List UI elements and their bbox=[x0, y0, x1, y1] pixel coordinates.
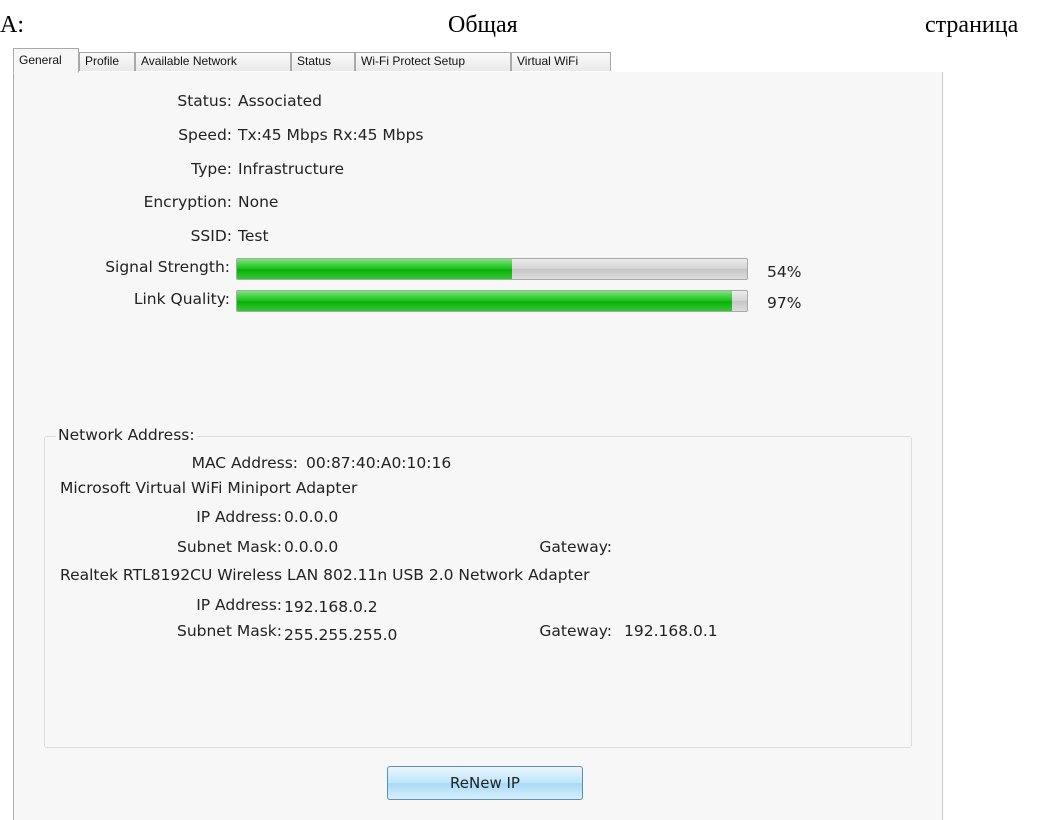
link-quality-percent: 97% bbox=[767, 294, 802, 312]
speed-label: Speed: bbox=[178, 126, 232, 144]
adapter1-ip-value: 0.0.0.0 bbox=[284, 508, 339, 526]
tab-profile[interactable]: Profile bbox=[79, 52, 135, 71]
ssid-value: Test bbox=[238, 227, 269, 245]
mac-address-label: MAC Address: bbox=[191, 454, 298, 472]
adapter1-name: Microsoft Virtual WiFi Miniport Adapter bbox=[60, 479, 358, 497]
adapter2-gateway-label: Gateway: bbox=[539, 622, 612, 640]
adapter2-gateway-value: 192.168.0.1 bbox=[624, 622, 718, 640]
utility-window: General Profile Available Network Status… bbox=[13, 48, 943, 820]
tab-wifi-protect-setup[interactable]: Wi-Fi Protect Setup bbox=[355, 52, 511, 71]
speed-value: Tx:45 Mbps Rx:45 Mbps bbox=[238, 126, 424, 144]
status-value: Associated bbox=[238, 92, 323, 110]
type-label: Type: bbox=[191, 160, 232, 178]
caption-right-word: страница bbox=[925, 12, 1019, 38]
mac-address-value: 00:87:40:A0:10:16 bbox=[306, 454, 452, 472]
type-value: Infrastructure bbox=[238, 160, 345, 178]
tab-available-network[interactable]: Available Network bbox=[135, 52, 291, 71]
renew-ip-button[interactable]: ReNew IP bbox=[387, 766, 583, 800]
adapter1-subnet-value: 0.0.0.0 bbox=[284, 538, 339, 556]
encryption-value: None bbox=[238, 193, 279, 211]
adapter2-ip-label: IP Address: bbox=[196, 596, 282, 614]
adapter1-gateway-label: Gateway: bbox=[539, 538, 612, 556]
general-panel: Status: Associated Speed: Tx:45 Mbps Rx:… bbox=[13, 72, 943, 820]
signal-strength-bar bbox=[236, 258, 748, 280]
adapter1-ip-label: IP Address: bbox=[196, 508, 282, 526]
signal-strength-fill bbox=[237, 259, 513, 279]
link-quality-bar bbox=[236, 290, 748, 312]
tab-bar: General Profile Available Network Status… bbox=[13, 48, 943, 73]
network-address-title: Network Address: bbox=[56, 426, 197, 444]
encryption-label: Encryption: bbox=[143, 193, 232, 211]
tab-general[interactable]: General bbox=[13, 48, 79, 73]
adapter1-subnet-label: Subnet Mask: bbox=[176, 538, 282, 556]
adapter2-subnet-value: 255.255.255.0 bbox=[284, 626, 398, 644]
caption-prefix: А: bbox=[0, 12, 24, 38]
ssid-label: SSID: bbox=[190, 227, 232, 245]
signal-strength-label: Signal Strength: bbox=[105, 258, 230, 276]
link-quality-label: Link Quality: bbox=[133, 290, 230, 308]
tab-virtual-wifi[interactable]: Virtual WiFi bbox=[511, 52, 611, 71]
caption-middle-word: Общая bbox=[448, 12, 518, 38]
status-label: Status: bbox=[177, 92, 232, 110]
adapter2-subnet-label: Subnet Mask: bbox=[176, 622, 282, 640]
adapter2-ip-value: 192.168.0.2 bbox=[284, 598, 378, 616]
signal-strength-percent: 54% bbox=[767, 263, 802, 281]
link-quality-fill bbox=[237, 291, 732, 311]
document-caption: А: Общая страница bbox=[0, 0, 1051, 46]
tab-status[interactable]: Status bbox=[291, 52, 355, 71]
adapter2-name: Realtek RTL8192CU Wireless LAN 802.11n U… bbox=[60, 566, 590, 584]
